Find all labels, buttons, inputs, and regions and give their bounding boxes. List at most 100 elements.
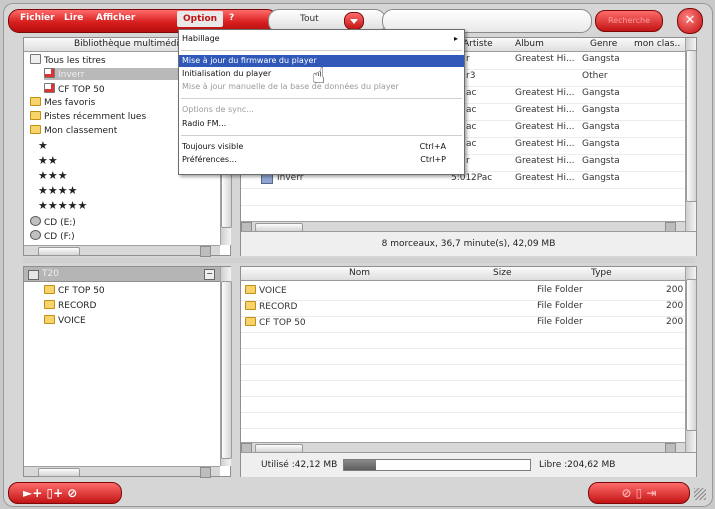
menu-separator [181, 135, 462, 136]
tree-item-3-stars[interactable]: ★★★ [38, 170, 68, 182]
files-vscroll[interactable] [685, 267, 697, 452]
file-row[interactable]: CF TOP 50 File Folder 200 [241, 317, 685, 333]
menu-separator [181, 50, 462, 51]
file-row[interactable] [241, 413, 685, 429]
filter-dropdown-button[interactable] [344, 12, 364, 30]
file-row[interactable]: RECORD File Folder 200 [241, 301, 685, 317]
folder-icon [245, 317, 256, 326]
menu-item-habillage[interactable]: Habillage ▸ [179, 33, 464, 45]
tree-item-2-stars[interactable]: ★★ [38, 155, 58, 167]
file-row[interactable] [241, 333, 685, 349]
folder-icon [44, 300, 55, 309]
scroll-thumb[interactable] [686, 279, 697, 431]
collapse-icon[interactable]: − [204, 269, 215, 280]
device-folder-cf-top-50[interactable]: CF TOP 50 [44, 285, 105, 297]
folder-icon [30, 125, 41, 134]
close-button[interactable]: ✕ [677, 8, 703, 34]
device-folder-record[interactable]: RECORD [44, 300, 97, 312]
scroll-thumb[interactable] [38, 468, 80, 477]
device-files-pane: Nom Size Type VOICE File Folder 200 RECO… [240, 266, 697, 477]
search-button[interactable]: Recherche [595, 10, 663, 32]
tree-item-4-stars[interactable]: ★★★★ [38, 185, 77, 197]
splitter[interactable] [23, 258, 695, 263]
folder-icon [245, 285, 256, 294]
track-icon [261, 174, 273, 184]
storage-bar-fill [344, 460, 376, 470]
add-controls-label[interactable]: ►+ ▯+ ⊘ [23, 486, 77, 500]
folder-icon [44, 285, 55, 294]
device-tree-pane: T20 − CF TOP 50 RECORD VOICE [23, 266, 232, 478]
tree-item-cd-f[interactable]: CD (F:) [30, 230, 75, 242]
column-name[interactable]: Nom [349, 268, 370, 278]
scroll-right-arrow[interactable] [200, 246, 211, 257]
file-row[interactable] [241, 381, 685, 397]
used-space: Utilisé :42,12 MB [261, 460, 338, 470]
device-tree-vscroll[interactable] [220, 267, 232, 466]
scroll-right-arrow[interactable] [200, 467, 211, 478]
filter-value: Tout [300, 14, 319, 24]
file-row[interactable] [241, 365, 685, 381]
device-icon [28, 270, 39, 280]
cd-icon [30, 216, 41, 226]
tree-item-rating[interactable]: Mon classement [30, 125, 117, 137]
column-size[interactable]: Size [493, 268, 511, 278]
transfer-controls-label[interactable]: ⊘ ▯ ⇥ [621, 486, 656, 500]
add-buttons-group[interactable]: ►+ ▯+ ⊘ [8, 482, 122, 504]
tree-item-inverr[interactable]: Inverr [44, 68, 194, 80]
folder-icon [30, 111, 41, 120]
tree-item-favorites[interactable]: Mes favoris [30, 97, 95, 109]
playlist-icon [44, 68, 55, 78]
file-row[interactable] [241, 349, 685, 365]
submenu-arrow-icon: ▸ [453, 34, 458, 43]
tracks-hscroll[interactable] [241, 221, 685, 233]
scroll-thumb[interactable] [221, 281, 232, 459]
column-type[interactable]: Type [591, 268, 612, 278]
device-tree-hscroll[interactable] [24, 466, 220, 478]
tree-item-5-stars[interactable]: ★★★★★ [38, 200, 87, 212]
tree-item-cf-top-50[interactable]: CF TOP 50 [44, 83, 105, 95]
tree-item-1-star[interactable]: ★ [38, 140, 48, 152]
playlist-icon [30, 54, 41, 64]
library-header-label: Bibliothèque multimédi [74, 39, 179, 49]
tracks-status: 8 morceaux, 36,7 minute(s), 42,09 MB [241, 231, 696, 256]
library-hscroll[interactable] [24, 245, 220, 257]
file-row[interactable]: VOICE File Folder 200 [241, 285, 685, 301]
column-rating[interactable]: mon clas.. [634, 39, 680, 49]
menu-help[interactable]: ? [229, 13, 234, 23]
menu-item-always-on-top[interactable]: Toujours visible Ctrl+A [179, 141, 464, 153]
table-row[interactable] [241, 190, 685, 206]
menu-afficher[interactable]: Afficher [96, 13, 135, 23]
transfer-buttons-group[interactable]: ⊘ ▯ ⇥ [588, 482, 690, 504]
folder-icon [30, 97, 41, 106]
table-row[interactable]: Inverr 5:01 2Pac Greatest Hi... Gangsta [241, 173, 685, 189]
storage-bar [343, 459, 531, 471]
close-icon: ✕ [684, 13, 696, 28]
menu-fichier[interactable]: Fichier [20, 13, 55, 23]
scroll-thumb[interactable] [38, 247, 80, 256]
column-genre[interactable]: Genre [590, 39, 617, 49]
scroll-thumb[interactable] [686, 50, 697, 202]
device-tree-header: T20 − [24, 267, 220, 282]
menu-item-sync-options[interactable]: Options de sync... [179, 104, 464, 116]
menu-option[interactable]: Option [177, 11, 224, 27]
menu-lire[interactable]: Lire [64, 13, 83, 23]
tree-item-recent[interactable]: Pistes récemment lues [30, 111, 146, 123]
device-folder-voice[interactable]: VOICE [44, 315, 86, 327]
file-row[interactable] [241, 397, 685, 413]
tree-item-all-tracks[interactable]: Tous les titres [30, 54, 106, 66]
files-hscroll[interactable] [241, 442, 685, 454]
playlist-icon [44, 83, 55, 93]
column-album[interactable]: Album [515, 39, 544, 49]
tree-item-cd-e[interactable]: CD (E:) [30, 216, 76, 228]
menu-item-radio-fm[interactable]: Radio FM... [179, 118, 464, 130]
tracks-vscroll[interactable] [685, 38, 697, 231]
column-artist[interactable]: Artiste [463, 39, 493, 49]
resize-grip-icon[interactable] [694, 488, 706, 500]
folder-icon [245, 301, 256, 310]
folder-icon [44, 315, 55, 324]
menu-item-preferences[interactable]: Préférences... Ctrl+P [179, 154, 464, 166]
free-space: Libre :204,62 MB [539, 460, 616, 470]
device-name: T20 [42, 269, 59, 279]
cd-icon [30, 230, 41, 240]
option-menu: Habillage ▸ Mise à jour du firmware du pl… [178, 29, 465, 175]
